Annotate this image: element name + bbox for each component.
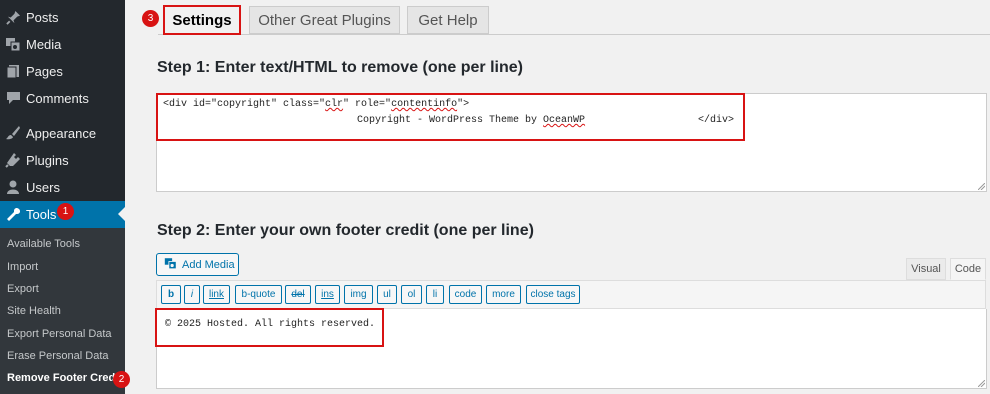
- menu-item-appearance[interactable]: Appearance: [0, 120, 125, 146]
- annotation-highlight-box: [156, 93, 745, 141]
- admin-sidebar: Posts Media Pages Comments Appearance Pl…: [0, 0, 125, 394]
- user-icon: [5, 179, 21, 195]
- add-media-button[interactable]: Add Media: [156, 253, 239, 276]
- submenu-item-remove-footer-credit[interactable]: Remove Footer Credit: [7, 372, 122, 384]
- submenu-item-export[interactable]: Export: [7, 283, 39, 295]
- tabs-divider: [158, 34, 990, 35]
- quicktag-ul-button[interactable]: ul: [377, 285, 397, 304]
- menu-item-posts[interactable]: Posts: [0, 4, 125, 30]
- menu-item-plugins[interactable]: Plugins: [0, 147, 125, 173]
- submenu-item-site-health[interactable]: Site Health: [7, 305, 61, 317]
- comment-icon: [5, 90, 21, 106]
- tab-get-help[interactable]: Get Help: [407, 6, 489, 34]
- step2-heading: Step 2: Enter your own footer credit (on…: [157, 222, 534, 239]
- resize-handle-icon[interactable]: [978, 183, 985, 190]
- menu-item-comments[interactable]: Comments: [0, 85, 125, 111]
- quicktag-bquote-button[interactable]: b-quote: [235, 285, 282, 304]
- quicktag-del-button[interactable]: del: [285, 285, 311, 304]
- menu-label: Users: [26, 179, 60, 195]
- submenu-item-available-tools[interactable]: Available Tools: [7, 238, 80, 250]
- plugin-icon: [5, 152, 21, 168]
- submenu-item-export-personal-data[interactable]: Export Personal Data: [7, 328, 112, 340]
- pages-icon: [5, 63, 21, 79]
- quicktag-more-button[interactable]: more: [486, 285, 521, 304]
- menu-label: Media: [26, 36, 62, 52]
- menu-item-pages[interactable]: Pages: [0, 58, 125, 84]
- tab-code[interactable]: Code: [950, 258, 986, 280]
- tab-visual[interactable]: Visual: [906, 258, 946, 280]
- submenu-item-import[interactable]: Import: [7, 261, 38, 273]
- media-icon: [5, 36, 21, 52]
- quicktag-italic-button[interactable]: i: [184, 285, 200, 304]
- menu-label: Appearance: [26, 125, 97, 141]
- quicktag-bold-button[interactable]: b: [161, 285, 181, 304]
- quicktag-close-tags-button[interactable]: close tags: [526, 285, 580, 304]
- annotation-badge: 3: [142, 10, 159, 27]
- annotation-badge: 2: [113, 371, 130, 388]
- pin-icon: [5, 9, 21, 25]
- tab-settings[interactable]: Settings: [163, 5, 241, 35]
- quicktag-ol-button[interactable]: ol: [401, 285, 422, 304]
- paintbrush-icon: [5, 125, 21, 141]
- menu-label: Posts: [26, 9, 59, 25]
- tab-other-great-plugins[interactable]: Other Great Plugins: [249, 6, 400, 34]
- quicktag-img-button[interactable]: img: [344, 285, 373, 304]
- menu-item-users[interactable]: Users: [0, 174, 125, 200]
- step1-heading: Step 1: Enter text/HTML to remove (one p…: [157, 59, 523, 76]
- annotation-badge: 1: [57, 203, 74, 220]
- quicktag-li-button[interactable]: li: [426, 285, 444, 304]
- menu-label: Tools: [26, 207, 57, 222]
- menu-label: Plugins: [26, 152, 69, 168]
- quicktag-code-button[interactable]: code: [449, 285, 482, 304]
- menu-label: Pages: [26, 63, 63, 79]
- annotation-highlight-box: [155, 308, 384, 347]
- add-media-label: Add Media: [182, 258, 235, 271]
- menu-label: Comments: [26, 90, 89, 106]
- quicktag-ins-button[interactable]: ins: [315, 285, 340, 304]
- tools-submenu: Available Tools Import Export Site Healt…: [0, 228, 125, 394]
- wrench-icon: [5, 207, 21, 223]
- media-icon: [164, 257, 177, 273]
- submenu-item-erase-personal-data[interactable]: Erase Personal Data: [7, 350, 109, 362]
- resize-handle-icon[interactable]: [978, 380, 985, 387]
- menu-item-media[interactable]: Media: [0, 31, 125, 57]
- quicktag-link-button[interactable]: link: [203, 285, 230, 304]
